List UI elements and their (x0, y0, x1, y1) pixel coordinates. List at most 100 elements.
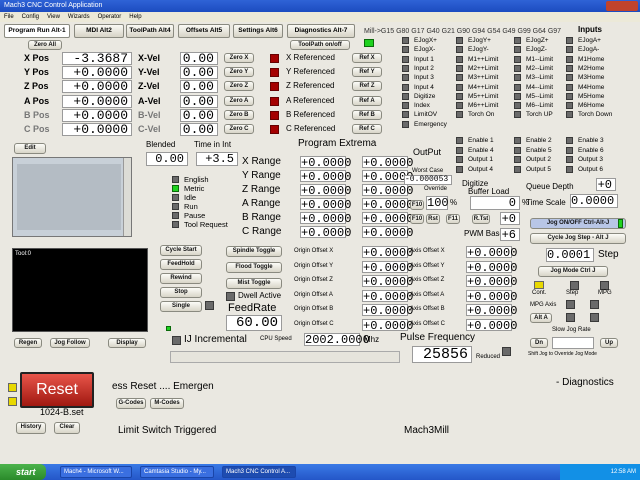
task-camtasia[interactable]: Camtasia Studio - My... (140, 466, 214, 478)
ref-button-4[interactable]: Ref B (352, 109, 382, 120)
menu-wizards[interactable]: Wizards (68, 14, 90, 20)
axis-offset-label-1: Axis Offset Y (410, 262, 445, 269)
axis-offset-value-5: +0.0000 (466, 318, 518, 333)
f10-minus-button[interactable]: F10 (410, 214, 424, 224)
flood-toggle-button[interactable]: Flood Toggle (226, 262, 282, 273)
input-label-1-2: M1++Limit (468, 55, 499, 63)
ij-label: IJ Incremental (184, 334, 247, 345)
jog-up-button[interactable]: Up (600, 338, 618, 348)
extrema-max-4: +0.0000 (362, 212, 414, 226)
window-controls[interactable] (606, 1, 638, 11)
tab-offsets[interactable]: Offsets Alt5 (178, 24, 230, 38)
output-label-1-2: Output 2 (526, 156, 551, 163)
zero-button-2[interactable]: Zero Z (224, 81, 254, 92)
input-label-3-2: M1Home (578, 55, 605, 63)
cycle-start-button[interactable]: Cycle Start (160, 245, 202, 256)
history-button[interactable]: History (16, 422, 46, 434)
start-button[interactable]: start (0, 464, 46, 480)
menu-file[interactable]: File (4, 14, 14, 20)
input-label-3-1: EJogA- (578, 46, 600, 54)
input-label-3-6: M5Home (578, 92, 605, 100)
input-label-1-1: EJogY- (468, 46, 489, 54)
worst-case-value: -0.000053 (404, 175, 452, 185)
f10-button[interactable]: F10 (410, 200, 424, 210)
extrema-label-5: C Range (242, 226, 282, 237)
input-label-1-5: M4++Limit (468, 83, 499, 91)
extrema-min-5: +0.0000 (300, 226, 352, 240)
vel-label-2: Z-Vel (138, 81, 160, 92)
f11-button[interactable]: F11 (446, 214, 460, 224)
zero-button-3[interactable]: Zero A (224, 95, 254, 106)
regen-button[interactable]: Regen (14, 338, 42, 348)
jog-onoff-button[interactable]: Jog ON/OFF Ctrl-Alt-J (530, 218, 626, 229)
jog-mode-button[interactable]: Jog Mode Ctrl J (538, 266, 608, 277)
mist-toggle-button[interactable]: Mist Toggle (226, 278, 282, 289)
ref-button-2[interactable]: Ref Z (352, 81, 382, 92)
m-codes-button[interactable]: M-Codes (150, 398, 184, 409)
reset-override-button[interactable]: Rst (426, 214, 440, 224)
menu-help[interactable]: Help (129, 14, 141, 20)
display-button[interactable]: Display (108, 338, 146, 348)
menu-config[interactable]: Config (22, 14, 39, 20)
rewind-button[interactable]: Rewind (160, 273, 202, 284)
feedhold-button[interactable]: FeedHold (160, 259, 202, 270)
ref-button-3[interactable]: Ref A (352, 95, 382, 106)
extrema-label-0: X Range (242, 156, 281, 167)
mode-led-0 (172, 176, 179, 183)
extrema-min-3: +0.0000 (300, 198, 352, 212)
mpg-label: MPG (598, 290, 612, 296)
input-label-2-0: EJogZ+ (526, 37, 549, 44)
ref-button-0[interactable]: Ref X (352, 53, 382, 63)
pulse-reduced: Reduced (476, 354, 501, 360)
spindle-toggle-button[interactable]: Spindle Toggle (226, 246, 282, 257)
tab-toolpath[interactable]: ToolPath Alt4 (126, 24, 174, 38)
cycle-jog-step-button[interactable]: Cycle Jog Step - Alt J (530, 233, 626, 244)
zero-button-0[interactable]: Zero X (224, 53, 254, 63)
input-label-1-6: M5++Limit (468, 92, 499, 100)
mode-led-3 (172, 203, 179, 210)
task-mach3[interactable]: Mach3 CNC Control A... (222, 466, 296, 478)
extrema-max-0: +0.0000 (362, 156, 414, 170)
single-button[interactable]: Single (160, 301, 202, 312)
input-label-1-3: M2++Limit (468, 64, 499, 72)
reset-button[interactable]: Reset (20, 372, 94, 408)
rtst-button[interactable]: R.Tst (472, 214, 490, 224)
ref-label-4: B Referenced (286, 109, 335, 119)
input-led-2-7 (514, 102, 521, 110)
tab-mdi[interactable]: MDI Alt2 (74, 24, 124, 38)
product-label: Mach3Mill (404, 425, 450, 436)
jog-down-button[interactable]: Dn (530, 338, 548, 348)
extrema-label-1: Y Range (242, 170, 281, 181)
cycle-led (166, 326, 171, 331)
slow-jog-value (552, 337, 594, 349)
edit-button[interactable]: Edit (14, 143, 46, 154)
ref-button-5[interactable]: Ref C (352, 124, 382, 134)
zero-button-4[interactable]: Zero B (224, 109, 254, 120)
jog-follow-button[interactable]: Jog Follow (50, 338, 90, 348)
mode-label-3: Run (184, 202, 198, 211)
toolpath-display[interactable]: Tool:0 (12, 248, 148, 332)
clear-button[interactable]: Clear (54, 422, 80, 434)
axis-offset-label-0: Axis Offset X (410, 248, 445, 254)
origin-value-0: +0.0000 (362, 246, 414, 260)
menu-operator[interactable]: Operator (98, 14, 122, 20)
zero-button-1[interactable]: Zero Y (224, 67, 254, 78)
stop-button[interactable]: Stop (160, 287, 202, 298)
ref-label-0: X Referenced (286, 53, 335, 62)
tab-diagnostics[interactable]: Diagnostics Alt-7 (287, 24, 355, 38)
g-codes-button[interactable]: G-Codes (116, 398, 146, 409)
tab-program-run[interactable]: Program Run Alt-1 (4, 24, 70, 38)
input-led-0-9 (402, 120, 409, 128)
alt-a-button[interactable]: Alt A (530, 313, 552, 323)
menu-view[interactable]: View (47, 14, 60, 20)
jog-step-label: Step (598, 249, 619, 260)
tab-settings[interactable]: Settings Alt6 (233, 24, 283, 38)
zero-all-button[interactable]: Zero All (28, 40, 62, 50)
toolpath-onoff-button[interactable]: ToolPath on/off (290, 40, 350, 50)
task-mach4[interactable]: Mach4 - Microsoft W... (60, 466, 132, 478)
time-in-int-value: +3.5 (196, 152, 238, 166)
ref-button-1[interactable]: Ref Y (352, 67, 382, 78)
zero-button-5[interactable]: Zero C (224, 124, 254, 134)
input-led-2-0 (514, 37, 521, 44)
gcode-listing[interactable] (12, 157, 132, 237)
